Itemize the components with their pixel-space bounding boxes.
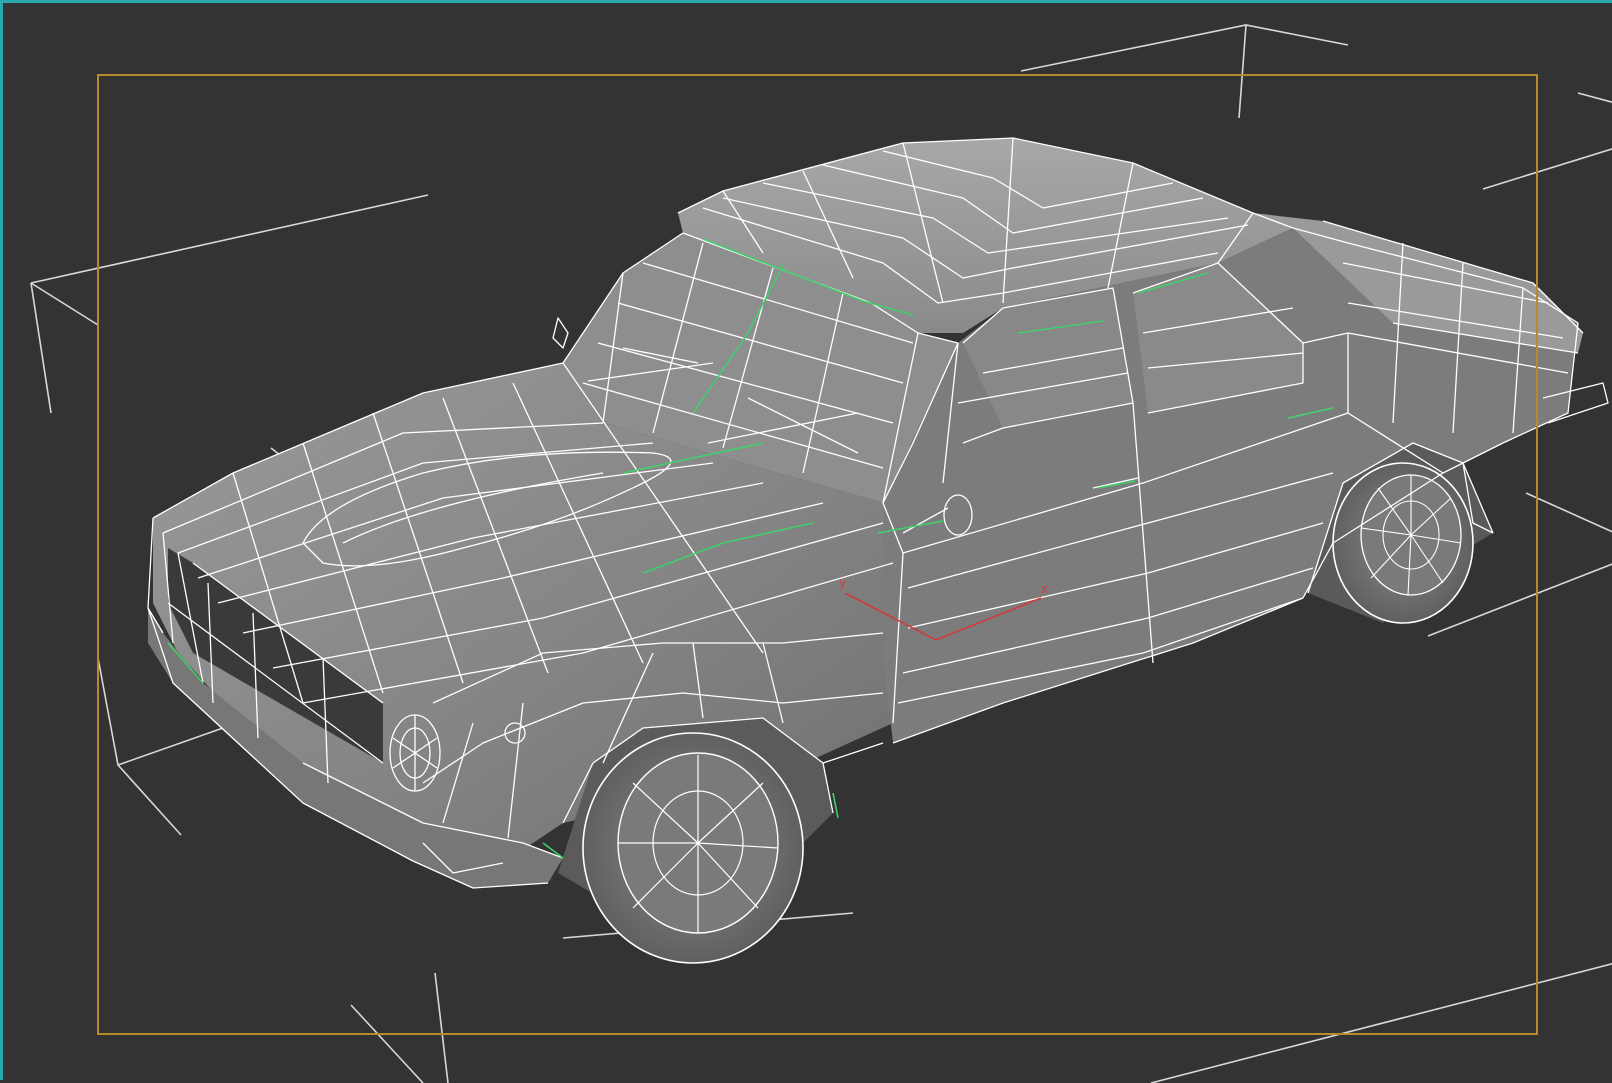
gizmo-x-label: x (1041, 582, 1048, 596)
front-wheel (582, 732, 804, 964)
perspective-viewport[interactable]: y x (0, 0, 1612, 1083)
rear-wheel (1332, 462, 1474, 624)
gizmo-y-label: y (839, 576, 846, 590)
viewport-canvas[interactable]: y x (3, 3, 1612, 1083)
